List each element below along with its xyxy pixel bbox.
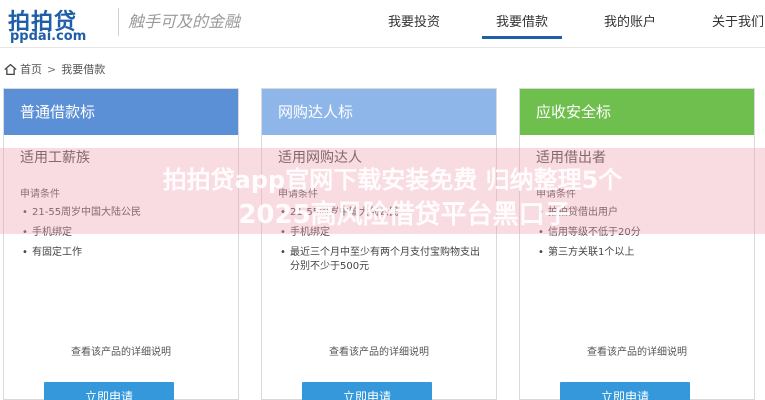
card-title: 网购达人标 bbox=[262, 89, 496, 135]
list-item: 信用等级不低于20分 bbox=[536, 226, 738, 240]
top-header: 拍拍贷 ppdai.com 触手可及的金融 我要投资 我要借款 我的账户 关于我… bbox=[0, 0, 765, 48]
main-nav: 我要投资 我要借款 我的账户 关于我们 bbox=[360, 0, 765, 48]
product-card-normal: 普通借款标 适用工薪族 申请条件 21-55周岁中国大陆公民 手机绑定 有固定工… bbox=[3, 88, 239, 400]
apply-button[interactable]: 立即申请 bbox=[560, 382, 690, 400]
ppdai-logo[interactable]: 拍拍贷 ppdai.com bbox=[8, 4, 120, 44]
apply-button[interactable]: 立即申请 bbox=[302, 382, 432, 400]
nav-item-invest[interactable]: 我要投资 bbox=[360, 0, 468, 48]
breadcrumb: 首页 > 我要借款 bbox=[4, 60, 105, 78]
card-title: 应收安全标 bbox=[520, 89, 754, 135]
list-item: 第三方关联1个以上 bbox=[536, 246, 738, 260]
product-detail-link[interactable]: 查看该产品的详细说明 bbox=[520, 343, 754, 358]
breadcrumb-separator: > bbox=[47, 62, 57, 76]
logo-divider bbox=[118, 8, 119, 36]
card-subtitle: 适用网购达人 bbox=[278, 150, 362, 166]
list-item: 21-55周岁中国大陆公民 bbox=[20, 206, 222, 220]
breadcrumb-home[interactable]: 首页 bbox=[20, 61, 42, 77]
breadcrumb-current: 我要借款 bbox=[61, 63, 106, 76]
requirement-list: 拍拍贷借出用户 信用等级不低于20分 第三方关联1个以上 bbox=[536, 206, 738, 260]
logo-domain: ppdai.com bbox=[10, 29, 87, 44]
card-section-label: 申请条件 bbox=[20, 189, 60, 200]
list-item: 21-55周岁中国大陆公民 bbox=[278, 206, 480, 220]
card-subtitle: 适用借出者 bbox=[536, 150, 606, 166]
nav-item-borrow[interactable]: 我要借款 bbox=[468, 0, 576, 48]
list-item: 有固定工作 bbox=[20, 246, 222, 260]
requirement-list: 21-55周岁中国大陆公民 手机绑定 最近三个月中至少有两个月支付宝购物支出分别… bbox=[278, 206, 480, 274]
card-section-label: 申请条件 bbox=[536, 189, 576, 200]
list-item: 手机绑定 bbox=[278, 226, 480, 240]
list-item: 最近三个月中至少有两个月支付宝购物支出分别不少于500元 bbox=[278, 246, 480, 274]
list-item: 拍拍贷借出用户 bbox=[536, 206, 738, 220]
card-subtitle: 适用工薪族 bbox=[20, 150, 90, 166]
home-icon bbox=[4, 63, 17, 75]
brand-slogan: 触手可及的金融 bbox=[128, 12, 241, 31]
nav-item-account[interactable]: 我的账户 bbox=[576, 0, 684, 48]
apply-button[interactable]: 立即申请 bbox=[44, 382, 174, 400]
product-card-shopper: 网购达人标 适用网购达人 申请条件 21-55周岁中国大陆公民 手机绑定 最近三… bbox=[261, 88, 497, 400]
card-title: 普通借款标 bbox=[4, 89, 238, 135]
list-item: 手机绑定 bbox=[20, 226, 222, 240]
product-detail-link[interactable]: 查看该产品的详细说明 bbox=[262, 343, 496, 358]
card-section-label: 申请条件 bbox=[278, 189, 318, 200]
requirement-list: 21-55周岁中国大陆公民 手机绑定 有固定工作 bbox=[20, 206, 222, 260]
nav-item-about[interactable]: 关于我们 bbox=[684, 0, 765, 48]
product-card-receivable: 应收安全标 适用借出者 申请条件 拍拍贷借出用户 信用等级不低于20分 第三方关… bbox=[519, 88, 755, 400]
product-detail-link[interactable]: 查看该产品的详细说明 bbox=[4, 343, 238, 358]
